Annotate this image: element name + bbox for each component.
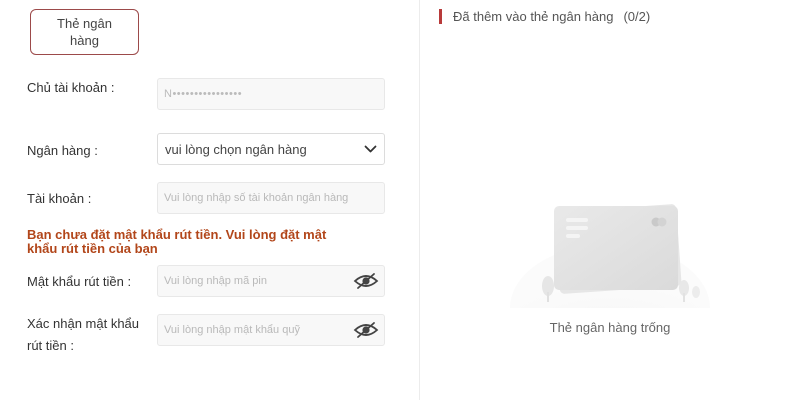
bank-label: Ngân hàng : [27, 143, 98, 158]
panel-divider [419, 0, 420, 400]
account-number-label: Tài khoản : [27, 191, 92, 206]
confirm-password-placeholder: Vui lòng nhập mật khẩu quỹ [164, 324, 300, 336]
empty-cards-message: Thẻ ngân hàng trống [549, 320, 671, 335]
added-cards-count: (0/2) [623, 9, 651, 24]
bank-select-value: vui lòng chọn ngân hàng [165, 141, 307, 157]
confirm-password-label: Xác nhận mật khẩu rút tiền : [27, 315, 139, 355]
bank-select[interactable]: vui lòng chọn ngân hàng [157, 133, 385, 165]
empty-card-illustration [510, 196, 710, 372]
withdraw-password-warning: Bạn chưa đặt mật khẩu rút tiền. Vui lòng… [27, 227, 327, 256]
withdraw-password-input[interactable]: Vui lòng nhập mã pin [157, 265, 385, 297]
bank-card-form-panel: Thẻ ngân hàng Chủ tài khoản : N•••••••••… [0, 0, 420, 400]
chevron-down-icon [356, 134, 384, 164]
eye-slash-icon[interactable] [348, 315, 384, 345]
tab-bank-card[interactable]: Thẻ ngân hàng [30, 9, 139, 55]
account-holder-value: N•••••••••••••••• [164, 88, 243, 100]
added-cards-title: Đã thêm vào thẻ ngân hàng [453, 9, 614, 24]
confirm-password-label-line2: rút tiền : [27, 338, 74, 353]
withdraw-password-label: Mật khẩu rút tiền : [27, 274, 132, 289]
eye-slash-icon[interactable] [348, 266, 384, 296]
account-number-placeholder: Vui lòng nhập số tài khoản ngân hàng [164, 192, 349, 204]
added-cards-header: Đã thêm vào thẻ ngân hàng (0/2) [453, 9, 650, 25]
account-number-input[interactable]: Vui lòng nhập số tài khoản ngân hàng [157, 182, 385, 214]
account-holder-label: Chủ tài khoản : [27, 80, 115, 95]
confirm-password-input[interactable]: Vui lòng nhập mật khẩu quỹ [157, 314, 385, 346]
tab-bank-card-label: Thẻ ngân hàng [57, 16, 112, 48]
section-accent-bar [439, 9, 442, 24]
added-cards-panel: Đã thêm vào thẻ ngân hàng (0/2) Thẻ ngân… [421, 0, 800, 400]
withdraw-password-placeholder: Vui lòng nhập mã pin [164, 275, 267, 287]
confirm-password-label-line1: Xác nhận mật khẩu [27, 316, 140, 331]
account-holder-field[interactable]: N•••••••••••••••• [157, 78, 385, 110]
